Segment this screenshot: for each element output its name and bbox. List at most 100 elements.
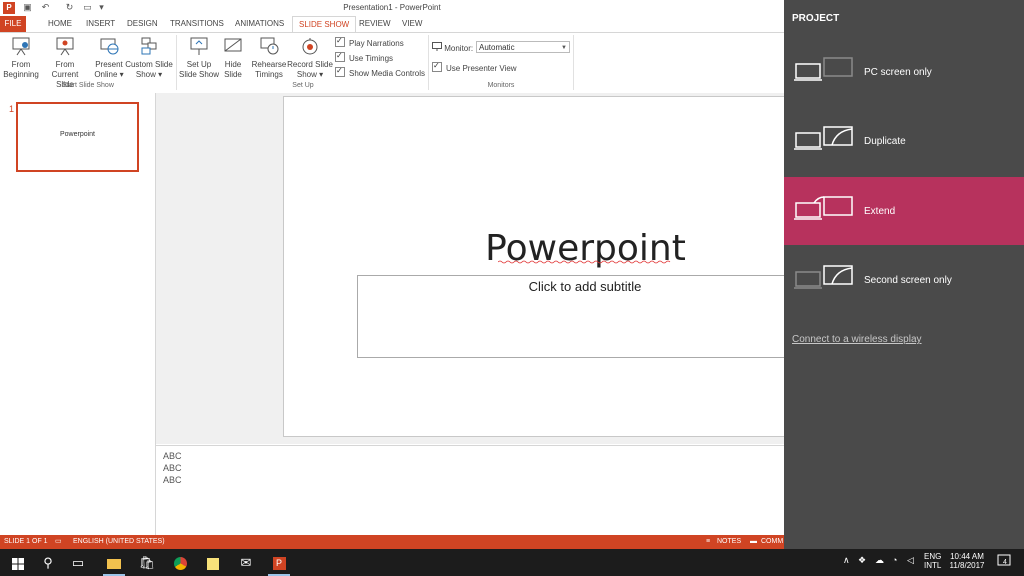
extend-icon xyxy=(794,196,853,220)
record-label-2: Show ▾ xyxy=(296,70,324,79)
notes-pane[interactable] xyxy=(156,445,784,536)
monitor-value: Automatic xyxy=(479,43,515,52)
setup-show-label-2: Slide Show xyxy=(178,70,220,79)
option-label: Duplicate xyxy=(864,136,906,147)
note-line: ABC xyxy=(163,451,182,461)
record-label-1: Record Slide xyxy=(287,60,333,69)
spelling-icon[interactable]: ▭ xyxy=(55,535,62,549)
chevron-down-icon: ▼ xyxy=(561,45,567,51)
record-slide-show-button[interactable]: Record Slide Show ▾ xyxy=(286,36,334,80)
notes-icon: ≡ xyxy=(706,538,711,545)
chrome-logo-icon xyxy=(173,557,187,571)
custom-show-icon xyxy=(141,37,157,55)
keyboard-layout: INTL xyxy=(924,561,942,570)
action-center-icon[interactable]: 4 xyxy=(997,554,1011,568)
windows-start-icon[interactable] xyxy=(4,549,32,576)
use-timings-checkbox[interactable]: Use Timings xyxy=(335,50,394,64)
rehearse-timer-icon xyxy=(260,37,279,55)
project-panel-title: PROJECT xyxy=(792,13,840,24)
hide-slide-button[interactable]: Hide Slide xyxy=(221,36,245,80)
hide-slide-icon xyxy=(224,38,242,52)
store-icon[interactable]: 🛍 xyxy=(133,549,161,576)
powerpoint-taskbar-icon[interactable]: P xyxy=(265,549,293,576)
from-beginning-label-1: From xyxy=(11,60,31,69)
mail-icon[interactable]: ✉ xyxy=(232,549,260,576)
checkbox-checked-icon xyxy=(432,60,442,72)
show-media-controls-checkbox[interactable]: Show Media Controls xyxy=(335,65,425,79)
tab-design[interactable]: DESIGN xyxy=(121,16,164,32)
checkbox-checked-icon xyxy=(335,50,345,62)
rehearse-label-2: Timings xyxy=(255,70,283,79)
use-presenter-view-checkbox[interactable]: Use Presenter View xyxy=(432,60,517,74)
custom-show-label-2: Show ▾ xyxy=(135,70,163,79)
status-bar: SLIDE 1 OF 1 ▭ ENGLISH (UNITED STATES) ≡… xyxy=(0,535,784,549)
spellcheck-underline xyxy=(498,260,671,264)
monitor-label: Monitor: xyxy=(444,44,474,53)
present-online-button[interactable]: Present Online ▾ xyxy=(92,36,126,80)
tab-slide-show[interactable]: SLIDE SHOW xyxy=(292,16,357,32)
project-option-duplicate[interactable]: Duplicate xyxy=(784,107,1024,175)
monitor-dropdown[interactable]: Automatic ▼ xyxy=(476,41,570,53)
title-bar: P ▣ ↶ ↻ ▭ ▾ Presentation1 - PowerPoint xyxy=(0,0,784,16)
clock[interactable]: 10:44 AM 11/8/2017 xyxy=(947,552,987,570)
tab-insert[interactable]: INSERT xyxy=(80,16,121,32)
task-view-icon[interactable]: ▭ xyxy=(64,549,92,576)
slide-counter: SLIDE 1 OF 1 xyxy=(4,538,48,545)
language-code: ENG xyxy=(924,552,942,561)
wifi-icon[interactable]: ◔ xyxy=(892,555,897,565)
dropbox-icon[interactable]: ❖ xyxy=(858,555,866,566)
hide-slide-label-1: Hide xyxy=(224,60,242,69)
connect-wireless-display-link[interactable]: Connect to a wireless display xyxy=(792,334,922,345)
group-set-up: Set Up xyxy=(292,82,314,89)
project-option-second-screen-only[interactable]: Second screen only xyxy=(784,246,1024,314)
slide-thumbnail[interactable]: Powerpoint xyxy=(16,102,139,172)
ribbon-tabs: FILE HOME INSERT DESIGN TRANSITIONS ANIM… xyxy=(0,16,784,32)
onedrive-icon[interactable]: ☁ xyxy=(875,555,884,566)
from-beginning-button[interactable]: From Beginning xyxy=(2,36,40,80)
play-narrations-checkbox[interactable]: Play Narrations xyxy=(335,35,404,49)
note-line: ABC xyxy=(163,463,182,473)
thumbnail-title: Powerpoint xyxy=(59,131,96,138)
setup-show-icon xyxy=(190,37,208,55)
search-icon[interactable]: ⚲ xyxy=(34,549,62,576)
monitor-icon xyxy=(432,42,442,51)
ribbon-divider xyxy=(428,35,429,90)
slideshow-current-icon xyxy=(56,37,74,56)
pc-screen-only-icon xyxy=(794,57,853,81)
play-narrations-label: Play Narrations xyxy=(349,39,404,48)
project-option-extend[interactable]: Extend xyxy=(784,177,1024,245)
tab-file[interactable]: FILE xyxy=(0,16,26,32)
sticky-notes-icon[interactable] xyxy=(199,549,227,576)
option-label: Second screen only xyxy=(864,275,952,286)
custom-show-label-1: Custom Slide xyxy=(125,60,173,69)
tab-home[interactable]: HOME xyxy=(42,16,78,32)
folder-icon xyxy=(107,558,121,569)
volume-icon[interactable]: ◁ xyxy=(907,555,914,566)
project-option-pc-screen-only[interactable]: PC screen only xyxy=(784,38,1024,106)
presenter-view-label: Use Presenter View xyxy=(446,64,517,73)
language-indicator[interactable]: ENG INTL xyxy=(924,552,941,570)
chrome-icon[interactable] xyxy=(166,549,194,576)
file-explorer-icon[interactable] xyxy=(100,549,128,576)
show-hidden-icons-icon[interactable]: ∧ xyxy=(843,555,850,566)
language-status[interactable]: ENGLISH (UNITED STATES) xyxy=(73,535,165,549)
tab-transitions[interactable]: TRANSITIONS xyxy=(164,16,230,32)
present-online-label-2: Online ▾ xyxy=(94,70,124,79)
notes-button[interactable]: NOTES xyxy=(717,535,741,549)
ribbon-divider xyxy=(176,35,177,90)
set-up-slide-show-button[interactable]: Set Up Slide Show xyxy=(178,36,220,80)
tab-animations[interactable]: ANIMATIONS xyxy=(229,16,290,32)
subtitle-placeholder-text: Click to add subtitle xyxy=(528,279,642,294)
rehearse-timings-button[interactable]: Rehearse Timings xyxy=(250,36,288,80)
record-icon xyxy=(302,38,318,55)
from-current-label-1: From xyxy=(55,60,75,69)
comments-button[interactable]: COMM xyxy=(761,535,783,549)
clock-time: 10:44 AM xyxy=(950,552,984,561)
windows-logo-icon xyxy=(12,557,24,570)
custom-slide-show-button[interactable]: Custom Slide Show ▾ xyxy=(124,36,174,80)
setup-show-label-1: Set Up xyxy=(186,60,212,69)
tab-view[interactable]: VIEW xyxy=(396,16,428,32)
use-timings-label: Use Timings xyxy=(349,54,394,63)
from-beginning-label-2: Beginning xyxy=(3,70,39,79)
tab-review[interactable]: REVIEW xyxy=(353,16,397,32)
